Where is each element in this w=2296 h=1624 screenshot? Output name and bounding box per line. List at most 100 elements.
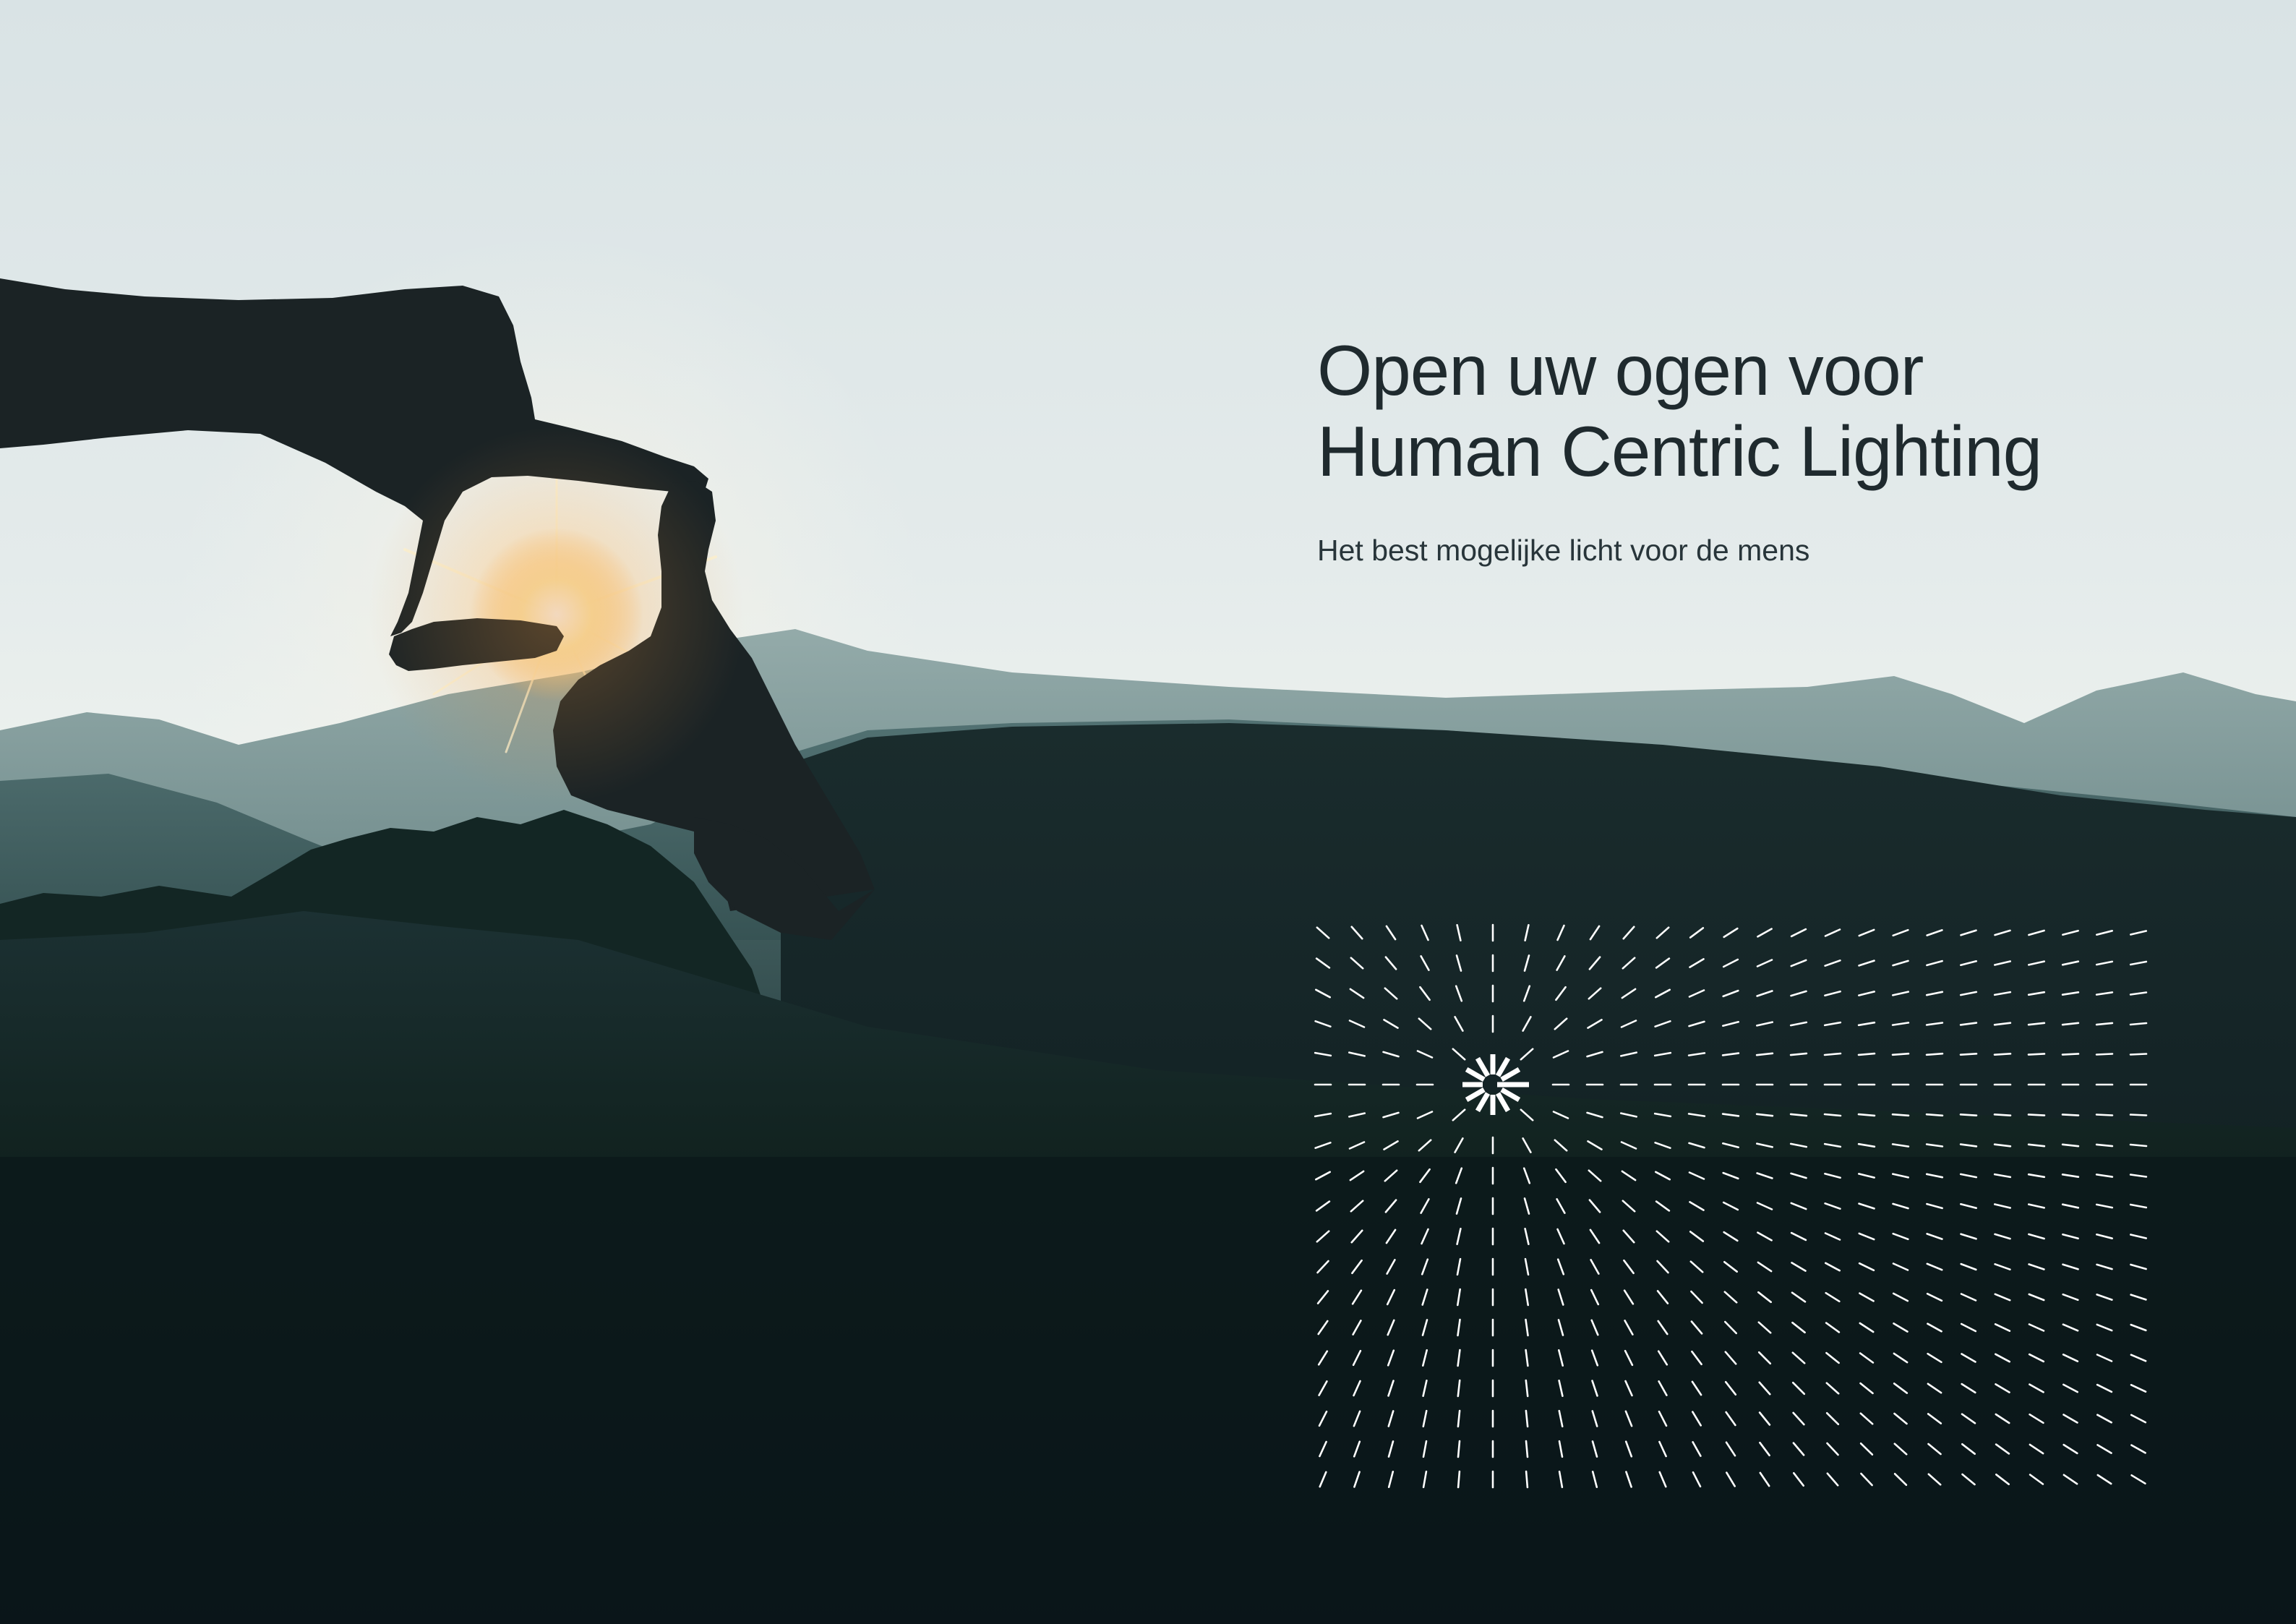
pattern-dash (1422, 1409, 1428, 1428)
pattern-dash (1755, 1021, 1774, 1027)
pattern-dash (1456, 1227, 1462, 1246)
pattern-dash (1318, 1380, 1328, 1396)
pattern-dash (1525, 1440, 1529, 1458)
pattern-dash (2062, 1353, 2079, 1363)
pattern-dash (1857, 991, 1876, 996)
pattern-dash (2062, 1263, 2079, 1270)
pattern-dash (2130, 1294, 2147, 1301)
pattern-dash (2027, 1114, 2046, 1116)
pattern-dash (1353, 1410, 1361, 1427)
pattern-dash (1385, 925, 1397, 941)
pattern-dash (1557, 1319, 1564, 1336)
pattern-dash (1552, 1050, 1569, 1059)
pattern-dash (2061, 1114, 2080, 1116)
pattern-dash (1620, 1020, 1637, 1028)
pattern-dash (1350, 957, 1364, 970)
pattern-dash (2096, 1294, 2113, 1301)
pattern-dash (1724, 1351, 1737, 1365)
pattern-dash (1725, 1471, 1736, 1487)
pattern-dash (1892, 1202, 1909, 1210)
pattern-dash (1348, 1051, 1366, 1057)
pattern-dash (1522, 1016, 1532, 1032)
pattern-dash (1350, 1229, 1363, 1244)
pattern-dash (1722, 989, 1739, 998)
pattern-dash (1925, 1052, 1944, 1056)
pattern-dash (1859, 1382, 1874, 1395)
pattern-dash (1757, 1231, 1773, 1241)
pattern-dash (1961, 1413, 1976, 1424)
pattern-dash (1689, 1260, 1704, 1273)
pattern-dash (2027, 991, 2046, 996)
pattern-dash (1691, 1350, 1702, 1366)
pattern-dash (1892, 960, 1909, 967)
pattern-dash (1791, 1321, 1806, 1334)
pattern-dash (1993, 1143, 2012, 1148)
pattern-dash (1891, 1052, 1910, 1056)
pattern-dash (2028, 1323, 2045, 1332)
pattern-dash (1318, 1410, 1328, 1427)
pattern-dash (1791, 1262, 1807, 1272)
pattern-dash (1655, 926, 1670, 939)
pattern-dash (1387, 1470, 1395, 1489)
pattern-dash (1824, 1262, 1841, 1272)
pattern-dash (2095, 991, 2114, 996)
pattern-dash (1758, 1411, 1771, 1426)
pattern-dash (1757, 1351, 1772, 1365)
pattern-dash (1892, 1292, 1909, 1302)
pattern-dash (1524, 924, 1530, 942)
pattern-dash (1759, 1471, 1770, 1487)
pattern-dash (2130, 1234, 2147, 1239)
pattern-dash (1960, 1233, 1977, 1240)
pattern-dash (1656, 1260, 1669, 1274)
pattern-dash (1387, 1319, 1395, 1336)
pattern-dash (1590, 1259, 1600, 1275)
pattern-dash (1757, 1321, 1772, 1334)
pattern-dash (1625, 1471, 1632, 1488)
pattern-dash (1457, 1470, 1461, 1489)
pattern-dash (2130, 1474, 2146, 1485)
pattern-dash (1522, 985, 1531, 1002)
pattern-dash (1857, 1052, 1876, 1056)
pattern-dash (2061, 991, 2080, 996)
pattern-dash (1653, 1051, 1672, 1057)
pattern-dash (1658, 1440, 1667, 1458)
pattern-dash (1691, 1411, 1702, 1427)
pattern-dash (2062, 1233, 2079, 1240)
pattern-dash (1525, 1318, 1529, 1337)
pattern-dash (1319, 1471, 1327, 1488)
pattern-dash (1993, 991, 2012, 996)
pattern-dash (1588, 956, 1601, 970)
pattern-dash (1655, 1230, 1670, 1243)
pattern-dash (2096, 1414, 2112, 1424)
pattern-dash (1824, 1172, 1841, 1179)
pattern-dash (1556, 955, 1566, 971)
pattern-dash (2095, 1174, 2114, 1178)
pattern-dash (1619, 1051, 1638, 1057)
page-title: Open uw ogen voor Human Centric Lighting (1317, 330, 2042, 492)
pattern-dash (1525, 1409, 1529, 1428)
pattern-dash (2095, 1203, 2114, 1209)
pattern-dash (1422, 1349, 1428, 1367)
pattern-dash (1621, 988, 1637, 999)
pattern-dash (2061, 960, 2080, 966)
pattern-dash (1688, 989, 1705, 998)
pattern-dash (2062, 1474, 2078, 1485)
pattern-dash (1893, 1412, 1908, 1425)
pattern-dash (2061, 1173, 2080, 1179)
pattern-dash (1387, 1410, 1395, 1427)
pattern-dash (2130, 1414, 2147, 1424)
pattern-dash (1891, 1173, 1910, 1179)
pattern-dash (1824, 959, 1841, 967)
pattern-dash (1961, 1353, 1976, 1363)
pattern-dash (1791, 1351, 1806, 1364)
pattern-dash (1589, 925, 1601, 941)
pattern-dash (1688, 1142, 1705, 1149)
pattern-dash (1857, 1142, 1876, 1148)
pattern-dash (1452, 1108, 1466, 1121)
pattern-dash (2129, 960, 2148, 966)
pattern-dash (1789, 1021, 1808, 1027)
pattern-dash (1316, 1290, 1329, 1304)
pattern-dash (1421, 1258, 1429, 1275)
pattern-dash (2130, 1263, 2147, 1270)
pattern-dash (1352, 1349, 1362, 1367)
